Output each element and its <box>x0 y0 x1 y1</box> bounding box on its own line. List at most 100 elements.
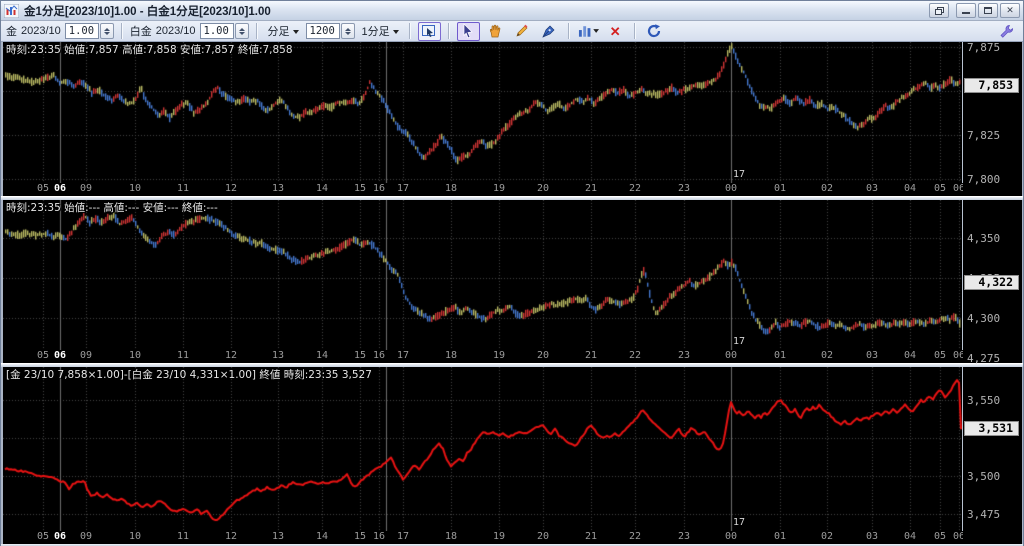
gold-chart-canvas[interactable] <box>3 42 962 183</box>
time-axis-tick: 16 <box>373 183 385 194</box>
time-axis-tick: 13 <box>272 183 284 194</box>
gold-price-axis[interactable]: 7,8757,8257,8007,853 <box>963 42 1022 196</box>
gold-chart-panel: 時刻:23:35 始値:7,857 高値:7,858 安値:7,857 終値:7… <box>3 42 1022 196</box>
time-axis-tick: 19 <box>493 183 505 194</box>
time-axis-tick: 04 <box>904 183 916 194</box>
bar-count-spinner[interactable]: 1200 <box>306 23 355 39</box>
bar-chart-icon <box>578 23 599 39</box>
chart-style-dropdown-button[interactable] <box>577 22 600 41</box>
time-axis-tick: 01 <box>774 531 786 542</box>
interval-label: 1分足 <box>362 23 390 39</box>
pencil-icon <box>514 23 530 39</box>
app-window: 金1分足[2023/10]1.00 - 白金1分足[2023/10]1.00 ✕… <box>0 0 1024 546</box>
platinum-symbol-label: 白金 <box>130 23 152 39</box>
gold-plot[interactable]: 時刻:23:35 始値:7,857 高値:7,858 安値:7,857 終値:7… <box>3 42 963 183</box>
platinum-multiplier-spinner[interactable]: 1.00 <box>200 23 249 39</box>
popout-window-button[interactable] <box>929 3 949 18</box>
time-axis-tick: 13 <box>272 531 284 542</box>
pan-tool-button[interactable] <box>484 22 507 41</box>
bar-count-value[interactable]: 1200 <box>306 23 340 39</box>
gold-multiplier-spin-buttons[interactable] <box>100 23 114 39</box>
spread-price-axis[interactable]: 3,5503,5003,4753,531 <box>963 367 1022 544</box>
price-axis-label: 4,300 <box>967 312 1000 325</box>
delete-drawings-tool-button[interactable]: ✕ <box>604 22 627 41</box>
time-axis-tick: 06 <box>54 350 66 361</box>
chart-cursor-tool-button[interactable] <box>418 22 441 41</box>
time-axis-tick: 02 <box>821 183 833 194</box>
interval-dropdown[interactable]: 1分足 <box>359 22 402 40</box>
period-type-dropdown[interactable]: 分足 <box>265 22 302 40</box>
spread-time-axis[interactable]: 0506091011121314151617181920212223000102… <box>3 531 963 544</box>
time-axis-tick: 00 <box>725 531 737 542</box>
gold-multiplier-spinner[interactable]: 1.00 <box>65 23 114 39</box>
time-axis-tick: 14 <box>316 350 328 361</box>
time-axis-tick: 22 <box>629 531 641 542</box>
toolbar-separator <box>256 23 258 39</box>
select-tool-button[interactable] <box>457 22 480 41</box>
price-axis-label: 7,875 <box>967 41 1000 54</box>
time-axis-tick: 10 <box>129 350 141 361</box>
price-axis-label: 3,475 <box>967 508 1000 521</box>
toolbar-separator <box>448 23 450 39</box>
time-axis-tick: 20 <box>537 531 549 542</box>
price-axis-label: 7,825 <box>967 129 1000 142</box>
time-axis-tick: 12 <box>225 183 237 194</box>
platinum-chart-canvas[interactable] <box>3 200 962 350</box>
window-title: 金1分足[2023/10]1.00 - 白金1分足[2023/10]1.00 <box>24 3 924 19</box>
hand-icon <box>487 23 503 39</box>
time-axis-tick: 05 <box>934 350 946 361</box>
platinum-plot[interactable]: 時刻:23:35 始値:--- 高値:--- 安値:--- 終値:--- 17 <box>3 200 963 350</box>
price-axis-label: 4,275 <box>967 352 1000 365</box>
platinum-time-axis[interactable]: 0506091011121314151617181920212223000102… <box>3 350 963 363</box>
bar-count-spin-buttons[interactable] <box>341 23 355 39</box>
red-x-icon: ✕ <box>610 25 621 38</box>
pencil-tool-button[interactable] <box>511 22 534 41</box>
price-axis-label: 3,550 <box>967 394 1000 407</box>
time-axis-tick: 05 <box>37 183 49 194</box>
toolbar-separator <box>568 23 570 39</box>
close-button[interactable]: ✕ <box>1000 3 1020 18</box>
time-axis-tick: 18 <box>445 531 457 542</box>
time-axis-tick: 01 <box>774 350 786 361</box>
refresh-tool-button[interactable] <box>643 22 666 41</box>
spread-plot[interactable]: [金 23/10 7,858×1.00]-[白金 23/10 4,331×1.0… <box>3 367 963 531</box>
chevron-down-icon <box>393 30 399 34</box>
toolbar: 金 2023/10 1.00 白金 2023/10 1.00 分足 1200 1… <box>1 21 1023 42</box>
time-axis-tick: 21 <box>585 183 597 194</box>
time-axis-tick: 05 <box>37 531 49 542</box>
platinum-multiplier-value[interactable]: 1.00 <box>200 23 234 39</box>
pen-tool-button[interactable] <box>538 22 561 41</box>
time-axis-tick: 12 <box>225 531 237 542</box>
gold-multiplier-value[interactable]: 1.00 <box>65 23 99 39</box>
app-icon <box>4 4 19 18</box>
time-axis-tick: 12 <box>225 350 237 361</box>
price-axis-label: 4,350 <box>967 232 1000 245</box>
time-axis-tick: 14 <box>316 531 328 542</box>
title-bar[interactable]: 金1分足[2023/10]1.00 - 白金1分足[2023/10]1.00 ✕ <box>1 1 1023 21</box>
maximize-button[interactable] <box>978 3 998 18</box>
minimize-button[interactable] <box>956 3 976 18</box>
time-axis-tick: 17 <box>397 350 409 361</box>
time-axis-tick: 21 <box>585 531 597 542</box>
time-axis-tick: 06 <box>54 531 66 542</box>
time-axis-tick: 18 <box>445 350 457 361</box>
platinum-price-axis[interactable]: 4,3504,3254,3004,2754,322 <box>963 200 1022 363</box>
overlapping-windows-icon <box>935 7 944 15</box>
spread-chart-canvas[interactable] <box>3 367 962 531</box>
platinum-multiplier-spin-buttons[interactable] <box>235 23 249 39</box>
time-axis-tick: 05 <box>934 531 946 542</box>
chevron-down-icon <box>293 30 299 34</box>
settings-tool-button[interactable] <box>995 22 1018 41</box>
time-axis-tick: 09 <box>80 350 92 361</box>
toolbar-separator <box>634 23 636 39</box>
last-price-box: 4,322 <box>964 275 1019 290</box>
price-axis-label: 7,800 <box>967 173 1000 186</box>
time-axis-tick: 10 <box>129 531 141 542</box>
time-axis-tick: 16 <box>373 531 385 542</box>
date-marker: 17 <box>733 169 745 180</box>
time-axis-tick: 15 <box>354 350 366 361</box>
time-axis-tick: 04 <box>904 350 916 361</box>
gold-time-axis[interactable]: 0506091011121314151617181920212223000102… <box>3 183 963 196</box>
time-axis-tick: 15 <box>354 183 366 194</box>
toolbar-separator <box>409 23 411 39</box>
